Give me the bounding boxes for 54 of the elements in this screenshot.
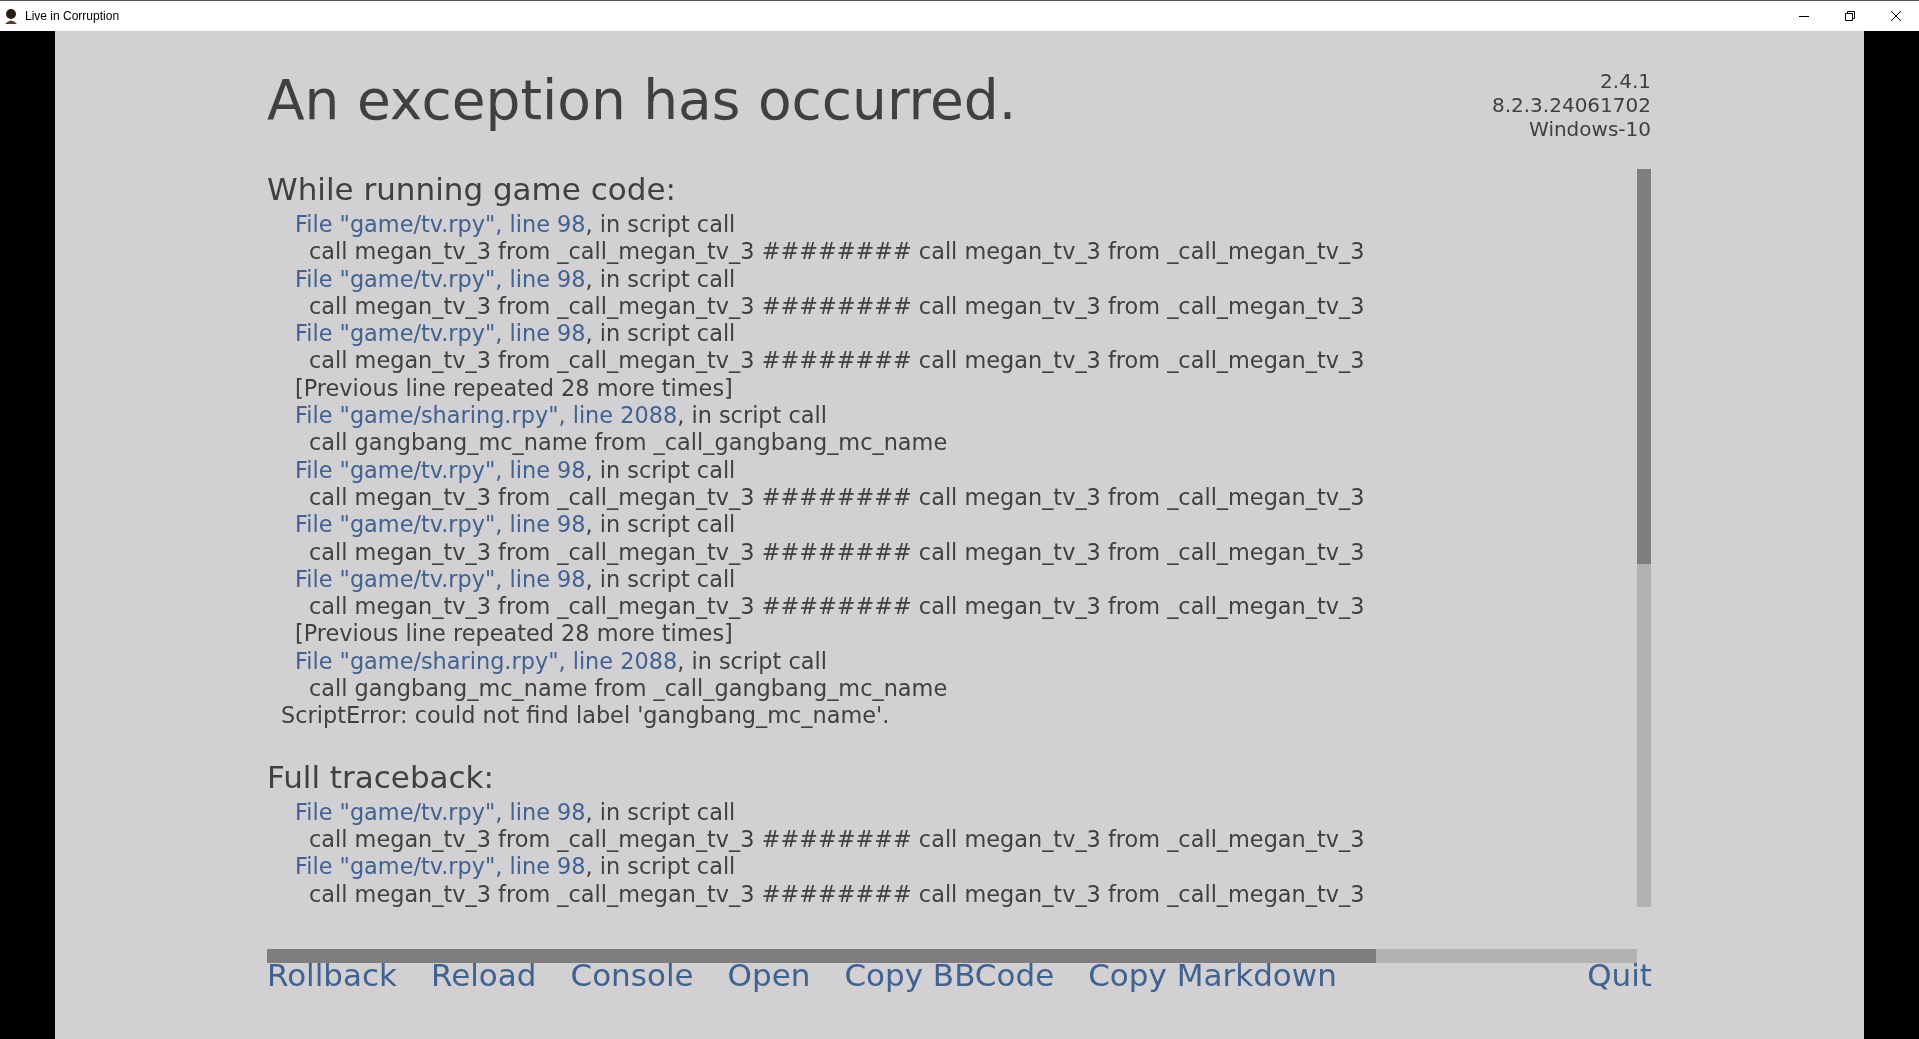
version-text: 2.4.1 (1600, 69, 1651, 93)
traceback-text: , in script call (585, 565, 736, 592)
vertical-scrollbar[interactable] (1637, 169, 1651, 907)
error-message: ScriptError: could not find label 'gangbang_mc_name'. (281, 702, 890, 729)
error-heading: An exception has occurred. (267, 68, 1017, 132)
window-title: Live in Corruption (25, 8, 120, 25)
code-line: call gangbang_mc_name from _call_gangbang_mc_name (309, 429, 948, 456)
version-text: Windows-10 (1529, 117, 1651, 141)
file-link[interactable]: File "game/tv.rpy", line 98 (295, 456, 586, 483)
scrollbar-thumb[interactable] (1637, 169, 1651, 564)
code-line: call megan_tv_3 from _call_megan_tv_3 ######## call megan_tv_3 from _call_megan_tv_3 (309, 825, 1365, 852)
code-line: call megan_tv_3 from _call_megan_tv_3 ######## call megan_tv_3 from _call_megan_tv_3 (309, 238, 1365, 265)
code-line: call megan_tv_3 from _call_megan_tv_3 ######## call megan_tv_3 from _call_megan_tv_3 (309, 483, 1365, 510)
traceback-text: , in script call (585, 265, 736, 292)
traceback-text: , in script call (585, 798, 736, 825)
file-link[interactable]: File "game/tv.rpy", line 98 (295, 320, 586, 347)
traceback-text: , in script call (585, 511, 736, 538)
code-line: call megan_tv_3 from _call_megan_tv_3 ######## call megan_tv_3 from _call_megan_tv_3 (309, 880, 1365, 907)
file-link[interactable]: File "game/tv.rpy", line 98 (295, 211, 586, 237)
file-link[interactable]: File "game/tv.rpy", line 98 (295, 511, 586, 538)
quit-button[interactable]: Quit (1587, 952, 1652, 999)
repeat-note: [Previous line repeated 28 more times] (295, 374, 733, 401)
code-line: call megan_tv_3 from _call_megan_tv_3 ######## call megan_tv_3 from _call_megan_tv_3 (309, 292, 1365, 319)
file-link[interactable]: File "game/tv.rpy", line 98 (295, 565, 586, 592)
horizontal-scrollbar[interactable] (267, 949, 1637, 963)
scrollbar-thumb[interactable] (267, 949, 1376, 963)
code-line: call megan_tv_3 from _call_megan_tv_3 ######## call megan_tv_3 from _call_megan_tv_3 (309, 347, 1365, 374)
version-text: 8.2.3.24061702 (1491, 93, 1651, 117)
code-line: call gangbang_mc_name from _call_gangbang_mc_name (309, 675, 948, 702)
action-button[interactable]: Copy BBCode (844, 952, 1055, 999)
file-link[interactable]: File "game/sharing.rpy", line 2088 (295, 402, 678, 429)
close-icon (1891, 11, 1901, 21)
app-icon (3, 8, 19, 24)
file-link[interactable]: File "game/sharing.rpy", line 2088 (295, 647, 678, 674)
traceback-text: , in script call (677, 402, 827, 429)
file-link[interactable]: File "game/tv.rpy", line 98 (295, 853, 586, 880)
restore-icon (1845, 11, 1855, 21)
action-button[interactable]: Reload (431, 952, 537, 999)
file-link[interactable]: File "game/tv.rpy", line 98 (295, 265, 586, 292)
traceback-text: , in script call (585, 853, 736, 880)
section-heading: Full traceback: (267, 758, 494, 795)
action-button[interactable]: Copy Markdown (1088, 952, 1337, 999)
file-link[interactable]: File "game/tv.rpy", line 98 (295, 798, 586, 825)
traceback-text: , in script call (677, 647, 827, 674)
traceback-text: , in script call (585, 456, 736, 483)
section-heading: While running game code: (267, 171, 676, 207)
action-button[interactable]: Rollback (267, 952, 397, 999)
action-button[interactable]: Console (570, 952, 694, 999)
repeat-note: [Previous line repeated 28 more times] (295, 620, 733, 647)
traceback-text: , in script call (585, 211, 736, 237)
code-line: call megan_tv_3 from _call_megan_tv_3 ######## call megan_tv_3 from _call_megan_tv_3 (309, 593, 1365, 620)
traceback-text: , in script call (585, 320, 736, 347)
code-line: call megan_tv_3 from _call_megan_tv_3 ######## call megan_tv_3 from _call_megan_tv_3 (309, 538, 1365, 565)
action-button[interactable]: Open (727, 952, 811, 999)
